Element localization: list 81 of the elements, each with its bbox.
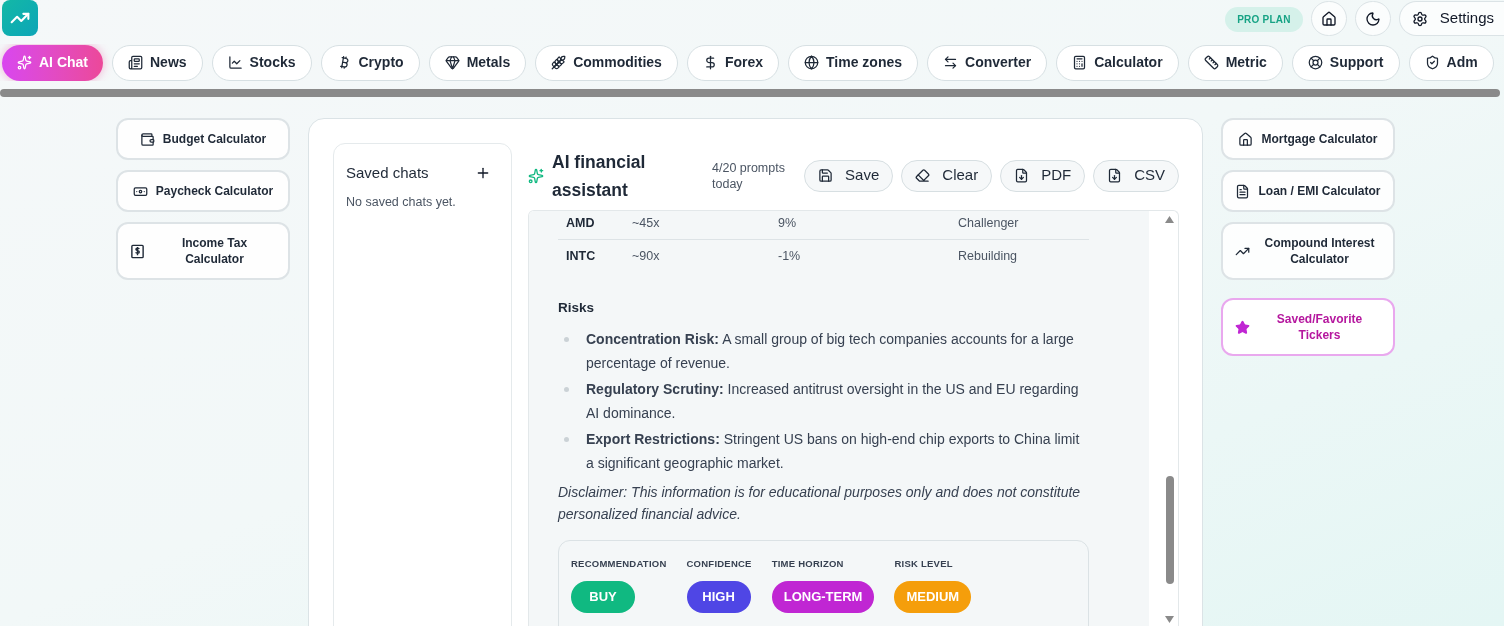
sparkles-icon bbox=[528, 167, 544, 184]
line-chart-icon bbox=[227, 55, 243, 70]
wallet-icon bbox=[139, 131, 155, 147]
nav-tab[interactable]: Metals bbox=[428, 44, 527, 81]
disclaimer-text: Disclaimer: This information is for educational purposes only and does not constitute personalized financial advice. bbox=[558, 483, 1082, 525]
action-button[interactable]: Save bbox=[804, 159, 894, 192]
swap-arrows-icon bbox=[943, 55, 958, 70]
risk-item: Export Restrictions: Stringent US bans on high-end chip exports to China limit a significant geographic market. bbox=[586, 430, 1081, 474]
summary-label: RECOMMENDATION bbox=[571, 557, 667, 572]
nav-tab[interactable]: Metric bbox=[1187, 44, 1283, 81]
lifebuoy-icon bbox=[1307, 55, 1323, 70]
plan-badge: PRO PLAN bbox=[1225, 7, 1303, 32]
table-cell-text: Rebuilding bbox=[958, 248, 1018, 266]
nav-tab[interactable]: Stocks bbox=[211, 44, 312, 81]
save-icon bbox=[818, 168, 834, 184]
table-cell-text: 9% bbox=[778, 214, 798, 232]
table-cell-text: ~45x bbox=[632, 214, 661, 232]
nav-tab[interactable]: Time zones bbox=[788, 44, 918, 81]
scrollbar-thumb[interactable] bbox=[0, 89, 1500, 97]
globe-icon bbox=[804, 55, 819, 70]
summary-label: RISK LEVEL bbox=[894, 557, 953, 572]
eraser-icon bbox=[915, 168, 931, 184]
nav-tab[interactable]: News bbox=[112, 44, 203, 81]
summary-label: CONFIDENCE bbox=[686, 557, 752, 572]
logo[interactable] bbox=[2, 0, 38, 36]
newspaper-icon bbox=[128, 55, 143, 70]
status-pill: MEDIUM bbox=[894, 580, 972, 613]
star-icon bbox=[1235, 319, 1250, 335]
empty-state-text: No saved chats yet. bbox=[346, 193, 457, 211]
tool-card[interactable]: Paycheck Calculator bbox=[116, 170, 290, 212]
settings-icon bbox=[1411, 10, 1428, 27]
calculator-icon bbox=[1072, 55, 1088, 70]
ruler-icon bbox=[1203, 55, 1219, 70]
nav-tab[interactable]: Crypto bbox=[320, 44, 420, 81]
gem-icon bbox=[444, 55, 460, 70]
file-download-icon bbox=[1014, 168, 1030, 184]
risk-item: Concentration Risk: A small group of big tech companies accounts for a large percentage of revenue. bbox=[586, 330, 1075, 374]
status-pill: LONG-TERM bbox=[771, 580, 875, 613]
shield-check-icon bbox=[1424, 55, 1440, 70]
section-heading: Risks bbox=[558, 299, 596, 318]
table-cell-text: INTC bbox=[565, 248, 597, 266]
settings-button[interactable]: Settings bbox=[1398, 1, 1504, 36]
prompt-usage: 4/20 prompts today bbox=[712, 159, 786, 192]
action-button[interactable]: Clear bbox=[901, 159, 993, 192]
home-icon bbox=[1238, 131, 1254, 147]
dollar-bill-icon bbox=[130, 243, 145, 259]
nav-tab[interactable]: Calculator bbox=[1056, 44, 1179, 81]
scroll-down-icon[interactable] bbox=[1165, 616, 1174, 624]
status-pill: BUY bbox=[571, 580, 635, 613]
table-cell-text: Challenger bbox=[958, 214, 1019, 232]
action-button[interactable]: CSV bbox=[1093, 159, 1179, 192]
sparkles-icon bbox=[17, 55, 32, 70]
nav-tab[interactable]: Converter bbox=[927, 44, 1048, 81]
tool-card[interactable]: Income Tax Calculator bbox=[116, 222, 290, 280]
nav-tab[interactable]: Forex bbox=[686, 44, 779, 81]
tool-card[interactable]: Mortgage Calculator bbox=[1221, 118, 1395, 160]
tool-card[interactable]: Loan / EMI Calculator bbox=[1221, 170, 1395, 212]
scrollbar-thumb[interactable] bbox=[1166, 476, 1174, 585]
summary-label: TIME HORIZON bbox=[771, 557, 844, 572]
theme-toggle[interactable] bbox=[1354, 1, 1391, 36]
home-button[interactable] bbox=[1310, 1, 1347, 36]
table-cell-text: AMD bbox=[565, 214, 596, 232]
risk-item: Regulatory Scrutiny: Increased antitrust oversight in the US and EU regarding AI dominance. bbox=[586, 380, 1080, 424]
assistant-title: AI financial assistant bbox=[552, 150, 647, 202]
nav-tab[interactable]: Adm bbox=[1408, 44, 1494, 81]
file-download-icon bbox=[1107, 168, 1123, 184]
home-icon bbox=[1320, 10, 1337, 27]
scroll-up-icon[interactable] bbox=[1165, 216, 1174, 224]
document-icon bbox=[1235, 183, 1251, 199]
status-pill: HIGH bbox=[686, 580, 751, 613]
tool-card[interactable]: Compound Interest Calculator bbox=[1221, 222, 1395, 280]
saved-chats-title: Saved chats bbox=[346, 163, 429, 183]
table-cell-text: -1% bbox=[778, 248, 802, 266]
action-button[interactable]: PDF bbox=[1000, 159, 1086, 192]
table-cell-text: ~90x bbox=[632, 248, 661, 266]
moon-icon bbox=[1364, 10, 1381, 27]
tool-card[interactable]: Saved/Favorite Tickers bbox=[1221, 298, 1395, 356]
nav-tab[interactable]: Support bbox=[1291, 44, 1400, 81]
wheat-icon bbox=[551, 55, 567, 70]
tool-card[interactable]: Budget Calculator bbox=[116, 118, 290, 160]
nav-tab[interactable]: Commodities bbox=[535, 44, 678, 81]
